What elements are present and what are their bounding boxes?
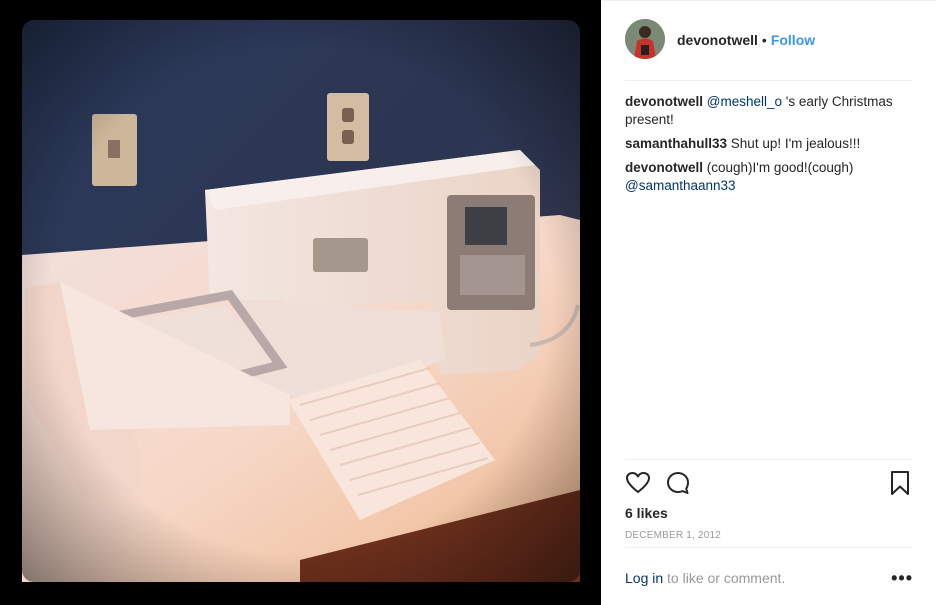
comment-item: devonotwell @meshell_o 's early Christma… (625, 93, 913, 129)
comment-text: Shut up! I'm jealous!!! (727, 136, 861, 151)
post-username[interactable]: devonotwell (677, 32, 758, 48)
post-photo[interactable] (0, 0, 601, 605)
post-actions: 6 likes DECEMBER 1, 2012 (625, 459, 913, 557)
separator-dot: • (761, 32, 767, 48)
login-link[interactable]: Log in (625, 570, 663, 586)
login-text: Log in to like or comment. (625, 570, 785, 586)
likes-count[interactable]: 6 likes (625, 505, 668, 521)
mention-link[interactable]: @samanthaann33 (625, 178, 736, 193)
post-date: DECEMBER 1, 2012 (625, 530, 722, 541)
post-sidebar: devonotwell • Follow devonotwell @meshel… (601, 0, 936, 605)
avatar[interactable] (625, 19, 665, 59)
heart-icon[interactable] (625, 470, 651, 496)
more-options-icon[interactable]: ••• (891, 568, 913, 589)
follow-button[interactable]: Follow (771, 32, 815, 48)
comment-item: samanthahull33 Shut up! I'm jealous!!! (625, 135, 913, 153)
comment-text: (cough)I'm good!(cough) (703, 160, 854, 175)
post-header: devonotwell • Follow (625, 19, 913, 81)
comment-username[interactable]: devonotwell (625, 94, 703, 109)
login-rest-text: to like or comment. (663, 570, 786, 586)
comment-username[interactable]: devonotwell (625, 160, 703, 175)
mention-link[interactable]: @meshell_o (707, 94, 782, 109)
sewing-machine-photo (0, 0, 601, 605)
login-prompt: Log in to like or comment. ••• (625, 547, 913, 605)
comment-username[interactable]: samanthahull33 (625, 136, 727, 151)
comments-list: devonotwell @meshell_o 's early Christma… (625, 93, 913, 201)
comment-item: devonotwell (cough)I'm good!(cough) @sam… (625, 159, 913, 195)
bookmark-icon[interactable] (887, 470, 913, 496)
comment-bubble-icon[interactable] (665, 470, 691, 496)
